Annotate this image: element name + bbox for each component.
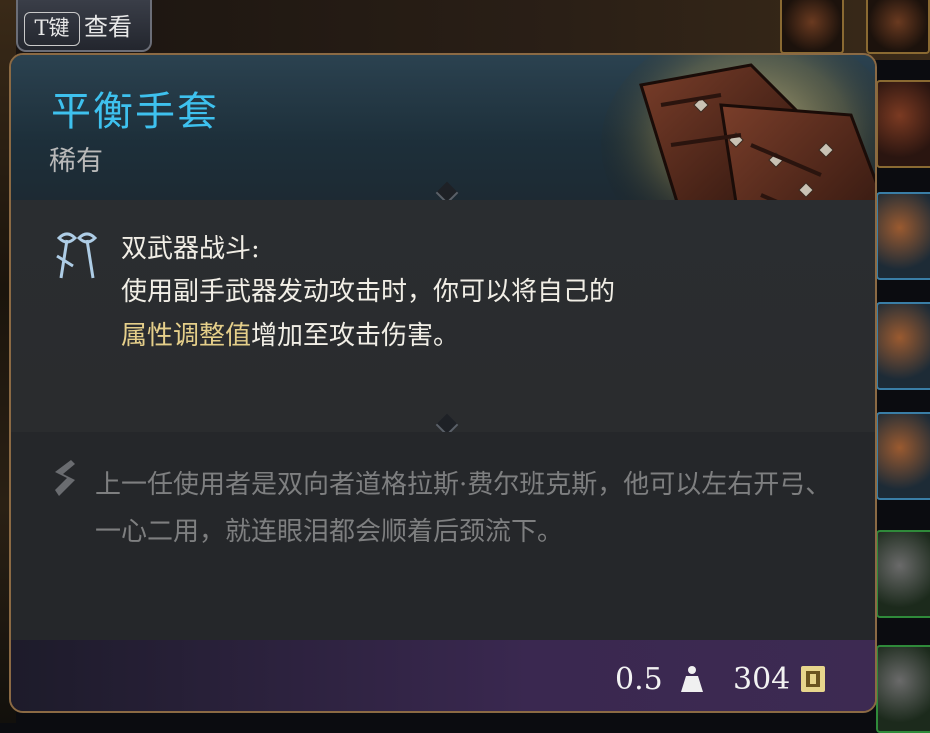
inventory-slot[interactable] <box>876 645 930 733</box>
inspect-label: 查看 <box>84 13 132 41</box>
feature-text: 增加至攻击伤害。 <box>251 321 460 351</box>
tooltip-footer: 0.5 304 <box>11 640 875 711</box>
feature-text: 使用副手武器发动攻击时，你可以将自己的 <box>121 277 616 307</box>
inventory-slot[interactable] <box>876 80 930 168</box>
weight-icon <box>681 666 703 692</box>
item-name: 平衡手套 <box>51 89 219 135</box>
inspect-hint[interactable]: T键 查看 <box>16 0 152 52</box>
gold-coin-icon <box>801 666 825 692</box>
dual-wield-icon <box>56 232 98 279</box>
item-rarity: 稀有 <box>49 146 103 177</box>
feature-description: 使用副手武器发动攻击时，你可以将自己的属性调整值增加至攻击伤害。 <box>121 270 621 358</box>
inventory-slot <box>780 0 844 54</box>
flavor-quill-icon <box>55 460 75 496</box>
inventory-column <box>870 0 930 733</box>
item-price: 304 <box>733 662 791 697</box>
feature-section: 双武器战斗: 使用副手武器发动攻击时，你可以将自己的属性调整值增加至攻击伤害。 <box>11 200 875 432</box>
flavor-section: 上一任使用者是双向者道格拉斯·费尔班克斯，他可以左右开弓、一心二用，就连眼泪都会… <box>11 432 875 640</box>
ability-modifier-link[interactable]: 属性调整值 <box>121 321 251 351</box>
item-weight: 0.5 <box>615 662 663 697</box>
inventory-slot[interactable] <box>876 530 930 618</box>
inventory-slot[interactable] <box>876 302 930 390</box>
t-key-badge: T键 <box>24 12 80 46</box>
feature-title: 双武器战斗: <box>121 234 260 264</box>
flavor-text: 上一任使用者是双向者道格拉斯·费尔班克斯，他可以左右开弓、一心二用，就连眼泪都会… <box>95 470 832 547</box>
item-tooltip: 平衡手套 稀有 双武器战斗: 使用副手武器发动攻击时，你可以将自己的属性调整值增… <box>9 53 877 713</box>
inventory-slot[interactable] <box>876 412 930 500</box>
inventory-slot[interactable] <box>876 192 930 280</box>
